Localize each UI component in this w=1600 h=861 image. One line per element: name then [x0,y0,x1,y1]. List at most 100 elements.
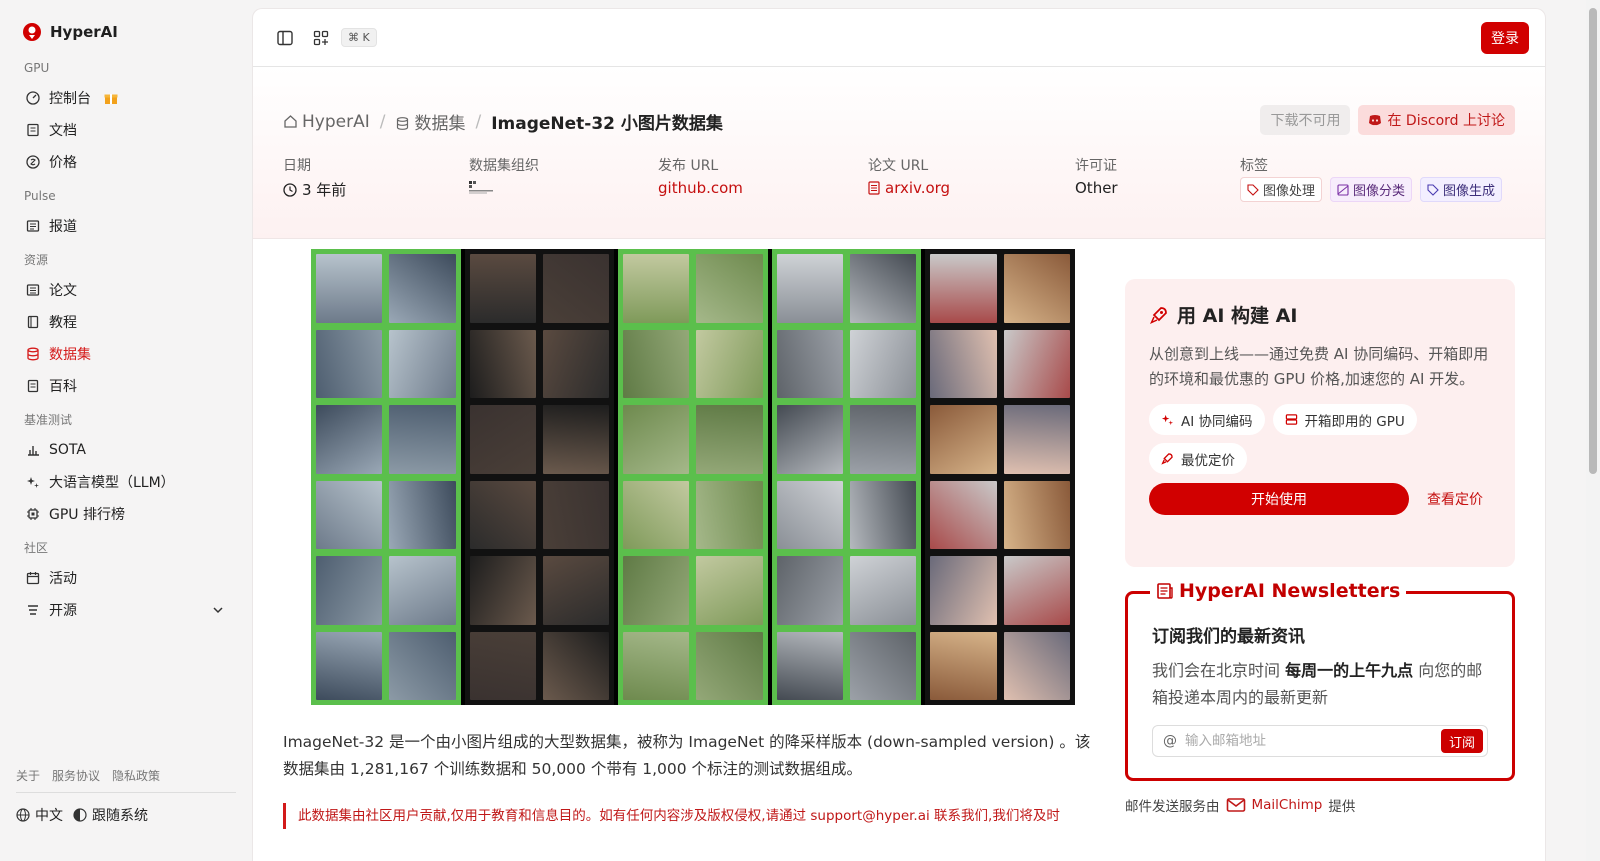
sparkles-icon [26,475,40,489]
view-pricing-link[interactable]: 查看定价 [1427,489,1483,509]
section-title-pulse: Pulse [24,189,56,203]
download-button[interactable]: 下载不可用 [1260,105,1351,135]
section-title-resources: 资源 [24,253,49,267]
section-title-community: 社区 [24,541,49,555]
thumbnail-tile [542,254,610,323]
thumbnail-tile [542,556,610,625]
chevron-down-icon[interactable] [212,604,224,616]
sidebar-item-events[interactable]: 活动 [16,562,236,594]
sidebar-item-label: 教程 [49,315,77,331]
get-started-button[interactable]: 开始使用 [1149,483,1409,515]
promo-card: 用 AI 构建 AI 从创意到上线——通过免费 AI 协同编码、开箱即用的环境和… [1125,279,1515,567]
sidebar-item-papers[interactable]: 论文 [16,274,236,306]
mailchimp-link[interactable]: MailChimp [1252,797,1323,813]
footer-link-privacy[interactable]: 隐私政策 [112,766,160,786]
newsletter-legend: HyperAI Newsletters [1150,580,1407,602]
thumbnail-tile [623,329,690,398]
language-selector[interactable]: 中文 [16,805,63,825]
gift-icon [104,94,118,104]
breadcrumb-home-label: HyperAI [302,111,370,132]
thumbnail-tile [850,254,917,323]
sidebar-item-label: 报道 [49,219,77,235]
section-title-gpu: GPU [24,61,50,75]
paper-url-link[interactable]: arxiv.org [868,179,950,197]
thumbnail-tile [469,480,536,549]
scrollbar[interactable] [1586,0,1600,861]
brand[interactable]: HyperAI [16,20,236,44]
sidebar-toggle-icon[interactable] [273,26,297,50]
discord-button[interactable]: 在 Discord 上讨论 [1358,105,1515,135]
footer-link-terms[interactable]: 服务协议 [52,766,100,786]
theme-label: 跟随系统 [92,808,148,824]
date-label: 日期 [283,158,311,174]
email-input[interactable] [1185,733,1433,749]
org-label: 数据集组织 [469,158,539,174]
tag-icon [1427,183,1439,196]
login-button[interactable]: 登录 [1481,22,1529,54]
thumbnail-tile [469,556,536,625]
database-icon [397,117,409,130]
breadcrumb-datasets[interactable]: 数据集 [395,109,465,134]
tag-list: 图像处理 图像分类 图像生成 [1240,177,1503,202]
email-field-wrapper: @ 订阅 [1152,725,1488,757]
newsletter-legend-text: HyperAI Newsletters [1179,580,1401,602]
breadcrumb-home[interactable]: HyperAI [283,112,370,132]
sidebar-item-llm[interactable]: 大语言模型（LLM） [16,466,236,498]
top-bar: ⌘ K 登录 [253,9,1545,67]
sidebar-item-datasets[interactable]: 数据集 [16,338,236,370]
release-url-link[interactable]: github.com [658,179,743,197]
scrollbar-thumb[interactable] [1589,8,1597,474]
clock-icon [283,182,297,197]
thumbnail-tile [776,480,844,549]
document-icon [26,123,40,137]
sidebar-item-news[interactable]: 报道 [16,210,236,242]
sidebar-item-label: 文档 [49,123,77,139]
section-title-benchmarks: 基准测试 [24,413,73,427]
license-label: 许可证 [1075,158,1117,174]
sidebar-item-docs[interactable]: 文档 [16,114,236,146]
sidebar-item-opensource[interactable]: 开源 [16,594,236,626]
organization-logo-icon [469,181,493,194]
thumbnail-tile [1003,329,1070,398]
mail-provider-note: 邮件发送服务由 MailChimp 提供 [1125,795,1355,815]
database-icon [26,347,40,361]
mosaic-column [311,249,461,705]
thumbnail-tile [930,480,997,549]
newspaper-icon [26,219,40,233]
thumbnail-tile [542,329,610,398]
mosaic-column [925,249,1075,705]
thumbnail-tile [1003,405,1070,474]
tag-image-classification[interactable]: 图像分类 [1330,177,1413,202]
dataset-preview-image [283,249,1093,705]
encyclopedia-icon [26,379,40,393]
thumbnail-tile [930,405,997,474]
sidebar-item-wiki[interactable]: 百科 [16,370,236,402]
apps-grid-icon[interactable] [309,26,333,50]
image-mosaic [311,249,1075,705]
date-text: 3 年前 [302,181,347,199]
sidebar-item-pricing[interactable]: 价格 [16,146,236,178]
footer-link-about[interactable]: 关于 [16,766,40,786]
sidebar-item-label: SOTA [49,442,86,458]
sidebar-item-console[interactable]: 控制台 [16,82,236,114]
dataset-header: HyperAI / 数据集 / ImageNet-32 小图片数据集 下载不可用… [253,67,1545,239]
sidebar-item-gpu-leaderboard[interactable]: GPU 排行榜 [16,498,236,530]
theme-selector[interactable]: 跟随系统 [73,805,148,825]
thumbnail-tile [316,254,383,323]
paper-url-label: 论文 URL [868,158,929,174]
sidebar-item-sota[interactable]: SOTA [16,434,236,466]
thumbnail-tile [1003,480,1070,549]
image-icon [1337,183,1349,196]
mosaic-column [618,249,768,705]
thumbnail-tile [776,254,844,323]
sidebar-item-tutorials[interactable]: 教程 [16,306,236,338]
search-shortcut[interactable]: ⌘ K [341,28,377,47]
thumbnail-tile [850,405,917,474]
tag-image-generation[interactable]: 图像生成 [1420,177,1503,202]
newsletter-heading: 订阅我们的最新资讯 [1152,627,1305,647]
subscribe-button[interactable]: 订阅 [1440,729,1483,753]
tag-image-processing[interactable]: 图像处理 [1240,177,1323,202]
org-logo[interactable] [469,179,539,195]
hyperai-logo-icon [23,23,41,41]
thumbnail-tile [1003,254,1070,323]
